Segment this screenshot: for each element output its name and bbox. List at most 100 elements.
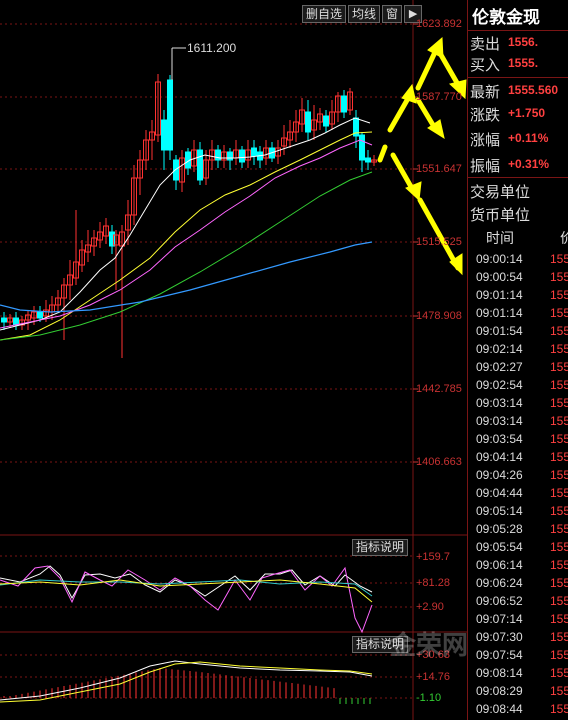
price-axis-label: 1587.770: [416, 91, 462, 103]
quote-value: +0.31%: [508, 157, 550, 171]
candle-body: [341, 95, 347, 113]
tick-price: 155: [550, 612, 568, 626]
indicator1-help-button[interactable]: 指标说明: [352, 539, 409, 556]
quote-value: +0.11%: [508, 131, 549, 145]
candle-body: [305, 111, 311, 133]
tick-price: 155: [550, 648, 568, 662]
trade-unit-label: 交易单位: [470, 184, 531, 201]
tick-time: 09:04:26: [476, 468, 523, 482]
tick-row: 09:01:14 155: [468, 286, 568, 304]
tick-price: 155: [550, 270, 568, 284]
candle-body: [161, 119, 167, 151]
tick-time: 09:08:44: [476, 702, 523, 716]
tick-price: 155: [550, 360, 568, 374]
high-annotation: 1611.200: [187, 41, 236, 55]
tick-time: 09:02:27: [476, 360, 523, 374]
tick-price: 155: [550, 396, 568, 410]
indicator1-axis-mid: +81.28: [416, 577, 450, 589]
quote-value: +1.750: [508, 106, 546, 120]
quote-row: 涨跌 +1.750: [468, 104, 568, 124]
quote-row: 涨幅 +0.11%: [468, 129, 568, 149]
tick-time: 09:08:14: [476, 666, 523, 680]
tick-row: 09:04:14 155: [468, 448, 568, 466]
tick-row: 09:01:54 155: [468, 322, 568, 340]
quote-label: 卖出: [470, 36, 501, 53]
indicator1-axis-bottom: +2.90: [416, 601, 444, 613]
tick-price: 155: [550, 666, 568, 680]
candle-body: [359, 134, 365, 161]
candle-body: [197, 149, 203, 181]
tick-row: 09:00:54 155: [468, 268, 568, 286]
tick-time: 09:04:44: [476, 486, 523, 500]
tick-row: 09:08:14 155: [468, 664, 568, 682]
candle-body: [323, 115, 329, 127]
candle-body: [167, 79, 173, 151]
info-row: 货币单位: [468, 204, 568, 224]
window-button[interactable]: 窗: [382, 5, 403, 23]
tick-time: 09:02:54: [476, 378, 523, 392]
tick-time: 09:06:24: [476, 576, 523, 590]
candle-body: [173, 159, 179, 181]
price-axis-label: 1478.908: [416, 310, 462, 322]
watermark: 金荣网: [390, 630, 469, 660]
ma-line-button[interactable]: 均线: [348, 5, 381, 23]
tick-row: 09:02:54 155: [468, 376, 568, 394]
tick-row: 09:05:14 155: [468, 502, 568, 520]
candle-body: [215, 149, 221, 161]
candlestick-series: [1, 74, 377, 358]
tick-row: 09:04:44 155: [468, 484, 568, 502]
indicator2-axis-mid: +14.76: [416, 671, 450, 683]
candle-body: [37, 311, 43, 319]
tick-price: 155: [550, 306, 568, 320]
quote-label: 最新: [470, 84, 501, 101]
tick-time: 09:01:14: [476, 288, 523, 302]
tick-time: 09:06:52: [476, 594, 523, 608]
tick-list[interactable]: 09:00:14 155 09:00:54 155 09:01:14 155 09:01:1…: [468, 250, 568, 718]
tick-time: 09:07:14: [476, 612, 523, 626]
tick-time: 09:05:14: [476, 504, 523, 518]
chart-area: 1611.200: [0, 0, 467, 720]
tick-price: 155: [550, 576, 568, 590]
tick-row: 09:08:44 155: [468, 700, 568, 718]
candle-body: [365, 157, 371, 163]
tick-time: 09:07:30: [476, 630, 523, 644]
quote-label: 振幅: [470, 158, 501, 175]
tick-price: 155: [550, 486, 568, 500]
quote-panel: 伦敦金现 卖出 1556. 买入 1555. 最新 1555.560 涨跌 +1.750 涨幅 +…: [467, 0, 568, 720]
tick-price: 155: [550, 378, 568, 392]
indicator1-axis-top: +159.7: [416, 551, 450, 563]
tick-price: 155: [550, 288, 568, 302]
tick-time: 09:05:28: [476, 522, 523, 536]
price-axis-label: 1442.785: [416, 383, 462, 395]
tick-price: 155: [550, 702, 568, 716]
quote-label: 涨跌: [470, 107, 501, 124]
tick-row: 09:06:24 155: [468, 574, 568, 592]
price-axis-label: 1623.892: [416, 18, 462, 30]
tick-time: 09:07:54: [476, 648, 523, 662]
candle-body: [251, 147, 257, 157]
tick-price: 155: [550, 594, 568, 608]
tick-time: 09:03:14: [476, 396, 523, 410]
tick-row: 09:02:27 155: [468, 358, 568, 376]
tick-row: 09:03:54 155: [468, 430, 568, 448]
tick-row: 09:00:14 155: [468, 250, 568, 268]
price-axis-label: 1406.663: [416, 456, 462, 468]
tick-price: 155: [550, 684, 568, 698]
price-axis-label: 1551.647: [416, 163, 462, 175]
tick-price: 155: [550, 252, 568, 266]
indicator2-histogram: [3, 668, 371, 704]
tick-price: 155: [550, 432, 568, 446]
indicator2-axis-bottom: -1.10: [416, 692, 442, 704]
tick-time: 09:01:14: [476, 306, 523, 320]
quote-label: 买入: [470, 57, 501, 74]
delete-watchlist-button[interactable]: 删自选: [302, 5, 347, 23]
tick-price: 155: [550, 630, 568, 644]
info-row: 交易单位: [468, 181, 568, 201]
tick-time: 09:04:14: [476, 450, 523, 464]
tick-time: 09:02:14: [476, 342, 523, 356]
tick-row: 09:03:14 155: [468, 412, 568, 430]
tick-price: 155: [550, 540, 568, 554]
tick-row: 09:06:14 155: [468, 556, 568, 574]
tick-row: 09:02:14 155: [468, 340, 568, 358]
candle-body: [227, 151, 233, 161]
